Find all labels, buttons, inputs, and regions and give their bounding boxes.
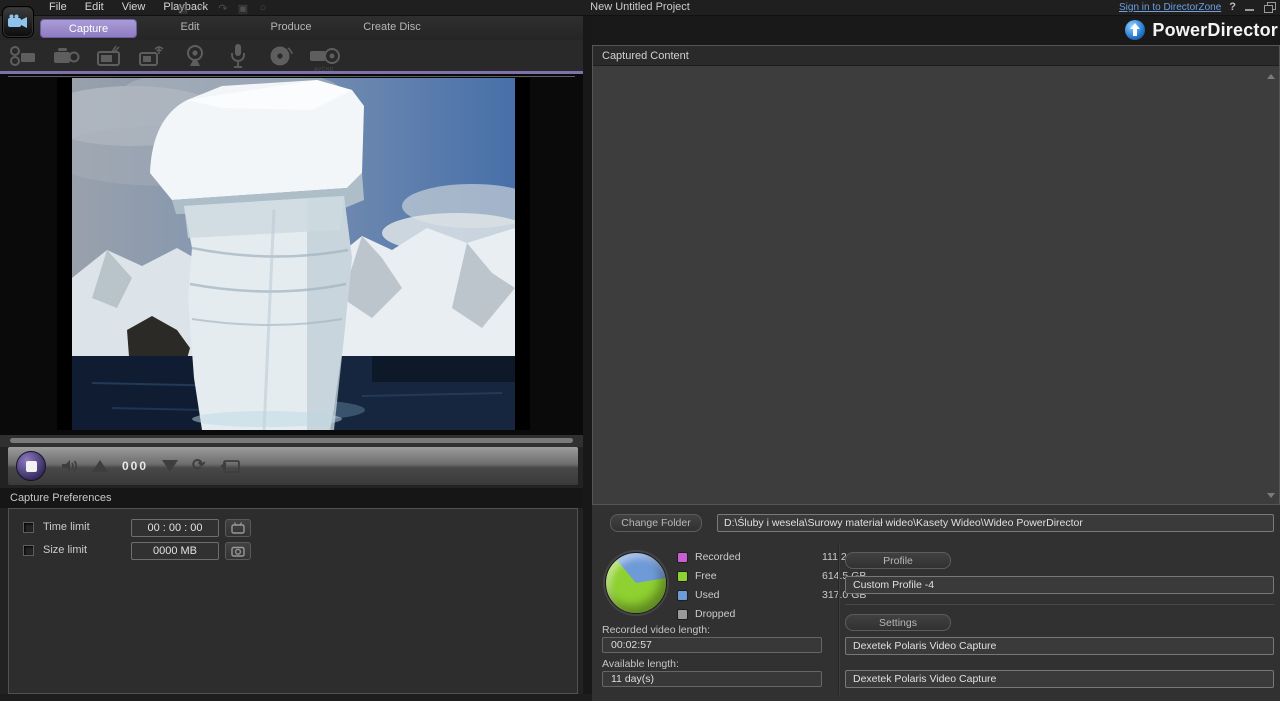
preview-top-line xyxy=(8,76,575,77)
save-icon[interactable]: ▤ xyxy=(176,2,190,15)
tab-edit[interactable]: Edit xyxy=(145,21,235,33)
dv-camcorder-icon[interactable] xyxy=(6,43,40,69)
size-limit-field[interactable]: 0000 MB xyxy=(131,542,219,560)
disk-usage-legend: Recorded 111.2 MB Free 614.5 GB Used 317… xyxy=(677,549,862,625)
menu-view[interactable]: View xyxy=(113,0,155,16)
recorded-length-field: 00:02:57 xyxy=(602,637,822,653)
quick-toolbar: ▤ ↶ ↷ ▣ ○ xyxy=(176,0,270,16)
channel-down-icon[interactable] xyxy=(162,460,178,472)
time-limit-label: Time limit xyxy=(43,521,90,533)
disc-icon[interactable] xyxy=(264,43,298,69)
time-limit-tv-icon[interactable] xyxy=(225,519,251,537)
seek-slider[interactable] xyxy=(10,438,573,443)
capture-preview-area xyxy=(0,74,583,435)
restore-icon[interactable] xyxy=(1264,2,1276,13)
free-label: Free xyxy=(695,570,717,582)
recorded-label: Recorded xyxy=(695,551,741,563)
refresh-icon[interactable]: ⟳ xyxy=(192,458,205,474)
legend-row-free: Free 614.5 GB xyxy=(677,568,862,587)
app-logo-icon xyxy=(2,6,34,38)
captured-content-header: Captured Content xyxy=(593,46,1279,66)
stats-settings-divider xyxy=(838,545,839,695)
volume-icon[interactable] xyxy=(60,458,78,474)
size-limit-row: Size limit 0000 MB xyxy=(9,542,577,562)
used-label: Used xyxy=(695,589,720,601)
undo-icon[interactable]: ↶ xyxy=(196,2,210,15)
scroll-down-icon[interactable] xyxy=(1267,493,1275,498)
capture-source-bar: AVCHD xyxy=(0,40,583,71)
tv-export-icon[interactable] xyxy=(219,457,241,475)
settings-button[interactable]: Settings xyxy=(845,614,951,631)
capture-control-bar: 000 ⟳ xyxy=(8,447,578,485)
redo-icon[interactable]: ↷ xyxy=(216,2,230,15)
panel-divider xyxy=(583,16,592,701)
capture-device-field-2: Dexetek Polaris Video Capture xyxy=(845,670,1274,688)
avchd-camera-icon[interactable]: AVCHD xyxy=(307,43,341,69)
scroll-up-icon[interactable] xyxy=(1267,74,1275,79)
profile-value-field: Custom Profile -4 xyxy=(845,576,1274,594)
capture-preferences-panel: Time limit 00 : 00 : 00 Size limit 0000 … xyxy=(8,508,578,694)
capture-preferences-header: Capture Preferences xyxy=(0,488,583,508)
capture-device-field-1: Dexetek Polaris Video Capture xyxy=(845,637,1274,655)
used-swatch xyxy=(677,590,688,601)
video-content-iceberg xyxy=(72,78,515,430)
change-folder-button[interactable]: Change Folder xyxy=(610,514,702,532)
tab-capture[interactable]: Capture xyxy=(40,19,137,38)
menu-bar: File Edit View Playback ▤ ↶ ↷ ▣ ○ New Un… xyxy=(0,0,1280,16)
legend-row-dropped: Dropped xyxy=(677,606,862,625)
hdv-camcorder-icon[interactable] xyxy=(49,43,83,69)
powerdirector-window: File Edit View Playback ▤ ↶ ↷ ▣ ○ New Un… xyxy=(0,0,1280,701)
microphone-icon[interactable] xyxy=(221,43,255,69)
time-limit-checkbox[interactable] xyxy=(23,522,34,533)
stop-record-button[interactable] xyxy=(16,451,46,481)
free-swatch xyxy=(677,571,688,582)
available-length-field: 11 day(s) xyxy=(602,671,822,687)
disk-usage-pie-chart xyxy=(605,552,667,614)
directorzone-signin-link[interactable]: Sign in to DirectorZone xyxy=(1119,2,1221,13)
settings-divider xyxy=(845,604,1274,605)
capture-folder-path[interactable]: D:\Śluby i wesela\Surowy materiał wideo\… xyxy=(717,514,1274,532)
webcam-icon[interactable] xyxy=(178,43,212,69)
captured-content-panel: Captured Content xyxy=(592,45,1280,505)
video-frame xyxy=(57,78,530,430)
available-length-label: Available length: xyxy=(602,658,679,670)
powerdirector-globe-icon xyxy=(1124,19,1146,41)
legend-row-used: Used 317.0 GB xyxy=(677,587,862,606)
tv-signal-icon[interactable] xyxy=(92,43,126,69)
profile-button[interactable]: Profile xyxy=(845,552,951,569)
tab-create-disc[interactable]: Create Disc xyxy=(347,21,437,33)
mode-tabs: Capture Edit Produce Create Disc xyxy=(0,16,583,40)
dropped-label: Dropped xyxy=(695,608,735,620)
legend-row-recorded: Recorded 111.2 MB xyxy=(677,549,862,568)
size-limit-label: Size limit xyxy=(43,544,87,556)
bottom-strip xyxy=(0,694,592,701)
settings-circle-icon[interactable]: ○ xyxy=(256,2,270,14)
capture-status-area: Change Folder D:\Śluby i wesela\Surowy m… xyxy=(592,505,1280,701)
menu-edit[interactable]: Edit xyxy=(76,0,113,16)
brand-strip: PowerDirector xyxy=(592,16,1280,45)
tab-produce[interactable]: Produce xyxy=(246,21,336,33)
size-limit-checkbox[interactable] xyxy=(23,545,34,556)
recorded-swatch xyxy=(677,552,688,563)
brand-name: PowerDirector xyxy=(1152,20,1278,41)
room-mode-icon[interactable]: ▣ xyxy=(236,2,250,15)
size-limit-camera-icon[interactable] xyxy=(225,542,251,560)
seek-slider-zone xyxy=(0,435,583,447)
menu-file[interactable]: File xyxy=(40,0,76,16)
digital-tv-icon[interactable] xyxy=(135,43,169,69)
time-limit-row: Time limit 00 : 00 : 00 xyxy=(9,519,577,539)
minimize-icon[interactable] xyxy=(1244,2,1256,13)
dropped-swatch xyxy=(677,609,688,620)
time-limit-field[interactable]: 00 : 00 : 00 xyxy=(131,519,219,537)
help-icon[interactable]: ? xyxy=(1229,1,1236,13)
brand-logo: PowerDirector xyxy=(1124,19,1280,41)
recorded-length-label: Recorded video length: xyxy=(602,624,710,636)
channel-up-icon[interactable] xyxy=(92,460,108,472)
channel-display: 000 xyxy=(122,459,148,473)
